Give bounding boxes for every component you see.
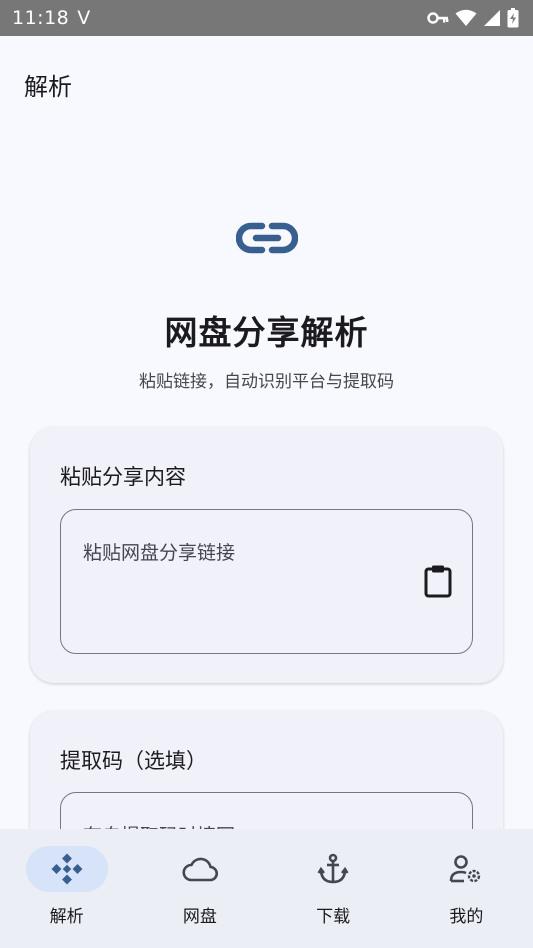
nav-active-indicator [25,846,108,892]
nav-item-parse[interactable]: 解析 [0,829,133,927]
parse-icon [51,853,83,885]
nav-label-cloud: 网盘 [182,907,217,927]
nav-label-parse: 解析 [49,907,84,927]
link-icon [236,222,298,254]
status-bar: 11:18 V [0,0,533,36]
nav-item-mine[interactable]: 我的 [400,829,533,927]
anchor-icon [317,853,349,884]
code-card-title: 提取码（选填） [60,749,207,773]
page-title: 解析 [24,72,72,101]
share-link-input[interactable]: 粘贴网盘分享链接 [60,509,473,654]
clipboard-icon[interactable] [424,564,452,598]
status-time: 11:18 [12,7,70,29]
signal-icon [484,10,500,26]
nav-item-cloud[interactable]: 网盘 [133,829,266,927]
hero-subtitle: 粘贴链接，自动识别平台与提取码 [139,372,394,392]
share-content-card: 粘贴分享内容 粘贴网盘分享链接 [30,427,503,683]
bottom-navigation: 解析 网盘 下载 我的 [0,829,533,948]
wifi-icon [455,9,477,26]
status-icons [427,8,519,28]
status-left: 11:18 V [12,7,91,29]
battery-charging-icon [507,8,519,28]
nav-item-download[interactable]: 下载 [267,829,400,927]
nav-label-download: 下载 [316,907,351,927]
carrier-glyph: V [77,7,91,29]
vpn-key-icon [427,12,449,24]
share-link-placeholder: 粘贴网盘分享链接 [83,542,236,564]
hero-title: 网盘分享解析 [164,313,369,352]
cloud-icon [182,857,218,882]
top-app-bar: 解析 [0,36,533,132]
nav-label-mine: 我的 [449,907,484,927]
share-card-title: 粘贴分享内容 [60,465,186,489]
user-settings-icon [450,855,481,883]
